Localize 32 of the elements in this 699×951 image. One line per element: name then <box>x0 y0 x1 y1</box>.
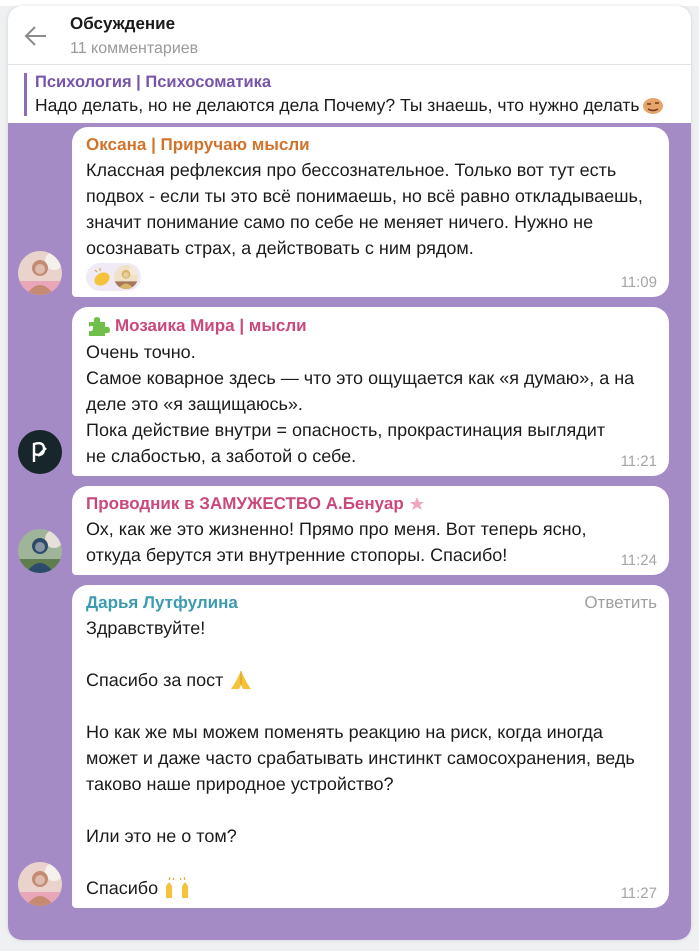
reply-link[interactable]: Ответить <box>584 593 657 613</box>
star-icon <box>408 496 425 512</box>
author-name[interactable]: Мозаика Мира | мысли <box>115 316 307 336</box>
back-arrow-icon[interactable] <box>24 25 48 47</box>
praying-hands-icon <box>229 669 254 691</box>
author-name[interactable]: Оксана | Приручаю мысли <box>86 135 310 155</box>
message-text: Очень точно. <box>86 342 196 362</box>
message-text: Самое коварное здесь — что это ощущается как «я думаю», а на деле это «я защищаюсь». <box>86 368 634 414</box>
author-name[interactable]: Дарья Лутфулина <box>86 593 238 613</box>
message-text: Пока действие внутри = опасность, прокрастинация выглядит не слабостью, а заботой о себе. <box>86 420 606 466</box>
logo-avatar-icon[interactable] <box>18 430 62 474</box>
message-time: 11:21 <box>620 453 657 470</box>
message-text: Или это не о том? <box>86 826 237 846</box>
raised-hands-icon <box>164 876 190 900</box>
reaction-chip[interactable] <box>86 263 141 291</box>
message-text: Спасибо за пост <box>86 669 224 692</box>
message-time: 11:27 <box>620 885 657 902</box>
message-text: Здравствуйте! <box>86 618 206 638</box>
chat-title: Обсуждение <box>70 14 176 34</box>
author-name[interactable]: Проводник в ЗАМУЖЕСТВО А.Бенуар <box>86 494 404 514</box>
comment-count: 11 комментариев <box>70 40 198 58</box>
message-text: Классная рефлексия про бессознательное. Только вот тут есть подвох - если ты это всё понимаешь, но всё равно откладываешь, значит понимание само по себе не меняет ничего. Нужно не осознавать страх, а действовать с ним рядом. <box>86 160 643 258</box>
message-text: Спасибо <box>86 877 158 900</box>
message-text: Но как же мы можем поменять реакцию на риск, когда иногда может и даже часто срабатывать инстинкт самосохранения, ведь таково наше природное устройство? <box>86 722 635 794</box>
post-preview: Надо делать, но не делаются дела Почему? Ты знаешь, что нужно делать <box>35 95 640 116</box>
puzzle-icon <box>86 315 110 337</box>
message-time: 11:24 <box>620 552 657 569</box>
channel-name[interactable]: Психология | Психосоматика <box>35 73 681 92</box>
smiley-face-icon <box>642 96 664 114</box>
message-time: 11:09 <box>620 274 657 291</box>
message-text: Ох, как же это жизненно! Прямо про меня. Вот теперь ясно, откуда берутся эти внутренние стопоры. Спасибо! <box>86 519 587 565</box>
clapping-hands-icon <box>92 267 112 287</box>
